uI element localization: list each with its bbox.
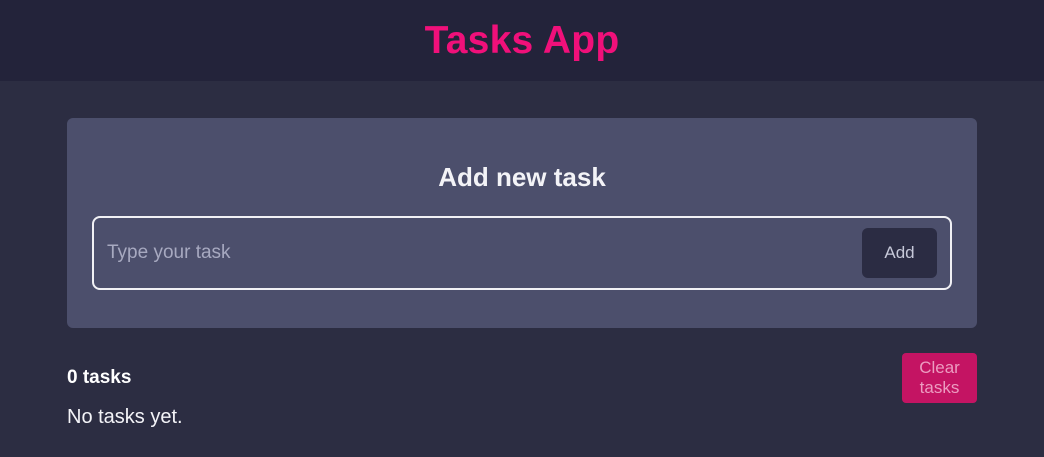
add-task-form: Add [92,216,952,290]
add-button[interactable]: Add [862,228,937,278]
main-content: Add new task Add 0 tasks Clear tasks No … [67,118,977,438]
app-title: Tasks App [424,18,620,62]
add-task-heading: Add new task [438,162,606,192]
task-summary: 0 tasks Clear tasks No tasks yet. [67,328,977,438]
clear-tasks-button[interactable]: Clear tasks [902,353,977,403]
task-count: 0 tasks [67,367,132,388]
task-input[interactable] [94,218,862,288]
empty-tasks-message: No tasks yet. [67,406,183,428]
add-task-card: Add new task Add [67,118,977,328]
app-header: Tasks App [0,0,1044,81]
